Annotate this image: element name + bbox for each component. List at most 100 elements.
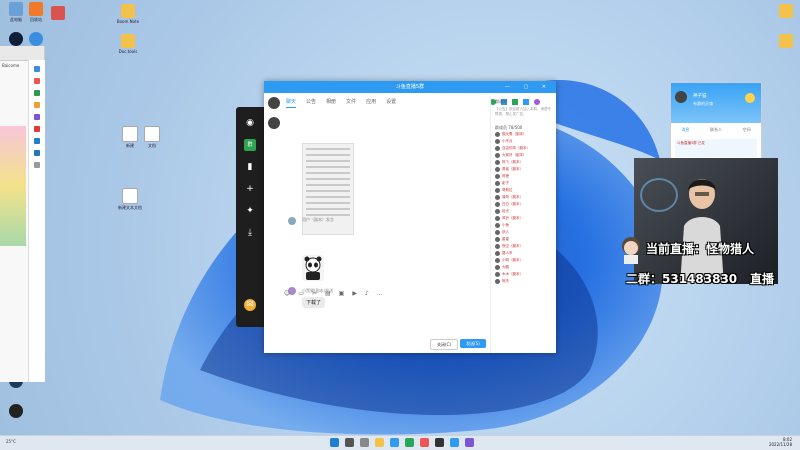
sidebar-app-icon[interactable] [34, 114, 40, 120]
desktop-icon-right1[interactable] [772, 4, 800, 19]
notice-body[interactable]: 【公告】欢迎新人加入本群，请遵守群规，禁止发广告。 [495, 107, 553, 117]
sidebar-search-icon[interactable] [34, 66, 40, 72]
message-area[interactable]: 用户（副本）发言 小黑猫(副本)发送 下载了 [264, 111, 486, 309]
tab-album[interactable]: 相册 [326, 98, 336, 108]
member-row[interactable]: 影子 [491, 180, 557, 187]
chat-icon[interactable]: ◉ [244, 117, 256, 129]
emoji-icon[interactable]: ☺ [284, 290, 290, 298]
member-row[interactable]: 阿杰 [491, 278, 557, 285]
send-button[interactable]: 发送(S) [460, 339, 486, 348]
store-icon[interactable] [405, 438, 414, 447]
member-avatar [495, 209, 500, 214]
member-avatar [495, 244, 500, 249]
member-row[interactable]: 大家好（副本） [491, 152, 557, 159]
message-list-item[interactable]: 斗鱼直播5群 已发 [675, 139, 757, 157]
sidebar-settings-icon[interactable] [34, 162, 40, 168]
task-view-icon[interactable] [360, 438, 369, 447]
member-row[interactable]: 大鹏 [491, 264, 557, 271]
tab-files[interactable]: 文件 [346, 98, 356, 108]
member-row[interactable]: 夜空（副本） [491, 243, 557, 250]
desktop-icon-blue2[interactable] [22, 32, 50, 47]
member-row[interactable]: 清风（副本） [491, 194, 557, 201]
group-info-panel: 群通知 【公告】欢迎新人加入本群，请遵守群规，禁止发广告。 群成员 78/500… [490, 95, 557, 353]
member-row[interactable]: 自由的风（副本） [491, 145, 557, 152]
bell-icon[interactable]: ♪ [365, 290, 369, 298]
qq-profile-header: 神子猫 有趣的灵魂 [671, 83, 761, 123]
member-list[interactable]: 猫头鹰（副本） 小不点 自由的风（副本） 大家好（副本） 阿飞（副本） 勇者（副本） 阿狸影… [491, 131, 557, 285]
add-icon[interactable]: + [244, 183, 256, 195]
member-row[interactable]: 勇者（副本） [491, 166, 557, 173]
window-controls[interactable]: — ▢ ✕ [505, 81, 552, 93]
desktop-icon-doc2[interactable]: 文档 [138, 126, 166, 148]
member-row[interactable]: 白白（副本） [491, 201, 557, 208]
image-icon[interactable]: ▣ [339, 290, 345, 298]
tab-settings[interactable]: 设置 [386, 98, 396, 108]
desktop-icon-obs2[interactable] [2, 404, 30, 419]
sidebar-app-icon[interactable] [34, 102, 40, 108]
browser-sidebar[interactable] [28, 60, 45, 382]
desktop-icon-folder-boom[interactable]: Boom.Note [114, 4, 142, 24]
sidebar-app-icon[interactable] [34, 138, 40, 144]
member-row[interactable]: 阿飞（副本） [491, 159, 557, 166]
search-icon[interactable] [345, 438, 354, 447]
tab-apps[interactable]: 应用 [366, 98, 376, 108]
member-row[interactable]: 小明（副本） [491, 257, 557, 264]
star-icon[interactable]: ✦ [244, 205, 256, 217]
file-explorer-icon[interactable] [375, 438, 384, 447]
sidebar-app-icon[interactable] [34, 90, 40, 96]
member-row[interactable]: 伊人 [491, 229, 557, 236]
desktop-icon-right2[interactable] [772, 34, 800, 49]
app-icon[interactable] [465, 438, 474, 447]
member-row[interactable]: 路人甲 [491, 250, 557, 257]
desktop-icon-doc3[interactable]: 新建文本文档 [116, 188, 144, 210]
member-row[interactable]: 木木（副本） [491, 271, 557, 278]
tab-contacts[interactable]: 联系人 [710, 127, 722, 133]
member-avatar [495, 258, 500, 263]
tab-space[interactable]: 空间 [743, 127, 751, 133]
sidebar-app-icon[interactable] [34, 78, 40, 84]
streamer-figure [680, 179, 724, 284]
member-name: 白白（副本） [502, 202, 523, 206]
desktop-icon-tool[interactable] [44, 6, 72, 21]
browser-tabbar[interactable] [0, 46, 44, 61]
member-row[interactable]: 小不点 [491, 138, 557, 145]
member-row[interactable]: 星星 [491, 236, 557, 243]
browser-window[interactable]: Baicome [0, 46, 45, 382]
scissors-icon[interactable]: ✂ [312, 290, 317, 298]
member-row[interactable]: 哥斯拉 [491, 187, 557, 194]
video-icon[interactable]: ▶ [352, 290, 357, 298]
more-icon[interactable]: … [377, 290, 383, 298]
tab-messages[interactable]: 消息 [681, 127, 689, 133]
bookmark-icon[interactable]: ▮ [244, 161, 256, 173]
close-button[interactable]: 关闭(C) [430, 339, 458, 350]
tab-chat[interactable]: 聊天 [286, 98, 297, 108]
start-icon[interactable] [330, 438, 339, 447]
user-signature[interactable]: 有趣的灵魂 [693, 101, 713, 107]
member-row[interactable]: 拾光 [491, 208, 557, 215]
tab-notice[interactable]: 公告 [306, 98, 316, 108]
group-avatar[interactable] [268, 97, 280, 109]
sidebar-app-icon[interactable] [34, 126, 40, 132]
mail-icon[interactable]: ✉ [244, 299, 256, 311]
obs-taskbar-icon[interactable] [435, 438, 444, 447]
sidebar-app-icon[interactable] [34, 150, 40, 156]
edge-icon[interactable] [390, 438, 399, 447]
member-row[interactable]: 阿狸 [491, 173, 557, 180]
sticker-message[interactable] [302, 255, 324, 281]
group-icon[interactable]: 群 [244, 139, 256, 151]
weather-widget[interactable]: 25°C [6, 439, 16, 444]
member-row[interactable]: 小鱼 [491, 222, 557, 229]
system-clock[interactable]: 8:02 2022/11/28 [769, 437, 792, 447]
member-row[interactable]: 风铃（副本） [491, 215, 557, 222]
app-icon[interactable] [420, 438, 429, 447]
user-avatar[interactable] [675, 91, 687, 103]
download-icon[interactable]: ⤓ [244, 227, 256, 239]
member-row[interactable]: 猫头鹰（副本） [491, 131, 557, 138]
message-input[interactable] [282, 299, 486, 337]
desktop-icon-folder-doc[interactable]: Doc.tools [114, 34, 142, 54]
gif-icon[interactable]: ▭ [298, 290, 304, 298]
chat-window[interactable]: 斗鱼直播5群 — ▢ ✕ 聊天 公告 相册 文件 应用 设置 用户（副本）发言 [264, 81, 556, 353]
chat-titlebar[interactable]: 斗鱼直播5群 — ▢ ✕ [264, 81, 556, 93]
qq-taskbar-icon[interactable] [450, 438, 459, 447]
folder-icon[interactable]: ▤ [325, 290, 331, 298]
